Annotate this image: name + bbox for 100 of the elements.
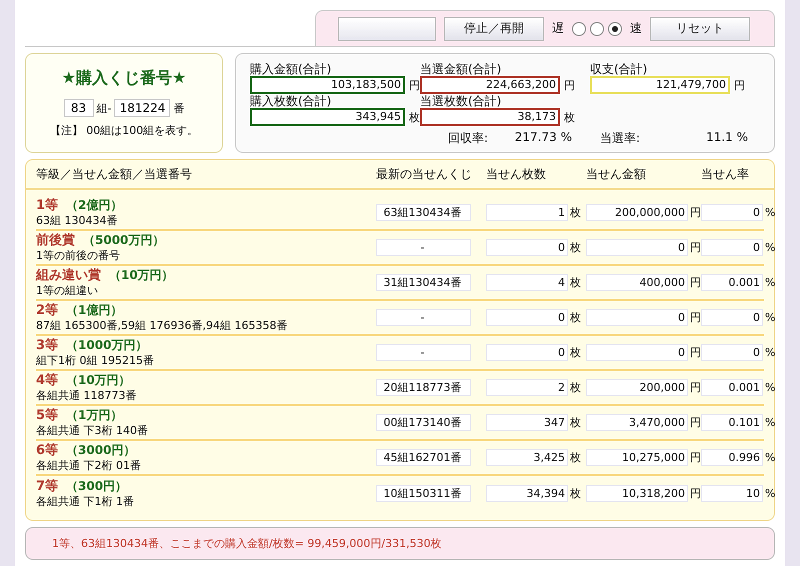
unit-label: % — [765, 241, 776, 254]
number-field[interactable]: 181224 — [114, 99, 170, 117]
rate-field: 0 — [701, 309, 763, 326]
ticket-title: ★購入くじ番号★ — [62, 68, 186, 89]
latest-ticket-field: 45組162701番 — [376, 449, 471, 466]
group-label: 組- — [96, 100, 112, 116]
winning-numbers: 1等の前後の番号 — [36, 248, 121, 262]
prize-label: （10万円） — [109, 268, 174, 282]
unit-label: 円 — [734, 78, 745, 92]
count-field: 0 — [486, 309, 568, 326]
column-header: 当せん枚数 — [486, 166, 547, 182]
unit-label: % — [765, 487, 776, 500]
unit-label: 円 — [690, 345, 701, 360]
rate-field: 0 — [701, 204, 763, 221]
count-field: 34,394 — [486, 485, 568, 502]
unit-label: 円 — [690, 486, 701, 501]
latest-ticket-field: 63組130434番 — [376, 204, 471, 221]
grade-label: 2等 — [36, 302, 58, 318]
stat-label: 購入金額(合計) — [250, 62, 332, 76]
grade-label: 1等 — [36, 198, 58, 212]
unit-label: 円 — [690, 205, 701, 220]
stat-label: 当選枚数(合計) — [420, 94, 502, 108]
grade-label: 前後賞 — [36, 232, 75, 248]
grade-label: 4等 — [36, 372, 58, 388]
speed-radio[interactable] — [608, 22, 622, 36]
rate-value: 11.1 % — [705, 130, 748, 146]
speed-radio[interactable] — [572, 22, 586, 36]
amount-field: 0 — [586, 344, 688, 361]
unit-label: % — [765, 451, 776, 464]
winning-numbers: 各組共通 118773番 — [36, 388, 138, 402]
rate-field: 0.101 — [701, 414, 763, 431]
unit-label: % — [765, 381, 776, 394]
latest-ticket-field: - — [376, 344, 471, 361]
rate-field: 0.001 — [701, 274, 763, 291]
unit-label: 枚 — [570, 450, 581, 465]
amount-field: 0 — [586, 239, 688, 256]
slow-label: 遅 — [552, 20, 564, 37]
latest-ticket-field: 00組173140番 — [376, 414, 471, 431]
rate-label: 回収率: — [447, 130, 490, 147]
rate-field: 0.996 — [701, 449, 763, 466]
unit-label: 円 — [690, 415, 701, 430]
number-label: 番 — [173, 100, 184, 116]
amount-field: 3,470,000 — [586, 414, 688, 431]
speed-radio[interactable] — [590, 22, 604, 36]
unit-label: 枚 — [570, 240, 581, 255]
rate-field: 0 — [701, 344, 763, 361]
status-message: 1等、63組130434番、ここまでの購入金額/枚数= 99,459,000円/331,530枚 — [52, 536, 442, 551]
winning-numbers: 各組共通 下1桁 1番 — [36, 494, 135, 508]
latest-ticket-field: 31組130434番 — [376, 274, 471, 291]
count-field: 1 — [486, 204, 568, 221]
prize-label: （3000円） — [66, 442, 136, 458]
stat-value-field: 103,183,500 — [250, 76, 405, 94]
stat-label: 当選金額(合計) — [420, 62, 502, 76]
grade-label: 6等 — [36, 442, 58, 458]
column-header: 当せん金額 — [586, 166, 647, 182]
latest-ticket-field: - — [376, 309, 471, 326]
unit-label: % — [765, 416, 776, 429]
rate-label: 当選率: — [599, 130, 642, 147]
unit-label: 枚 — [570, 486, 581, 501]
latest-ticket-field: - — [376, 239, 471, 256]
winning-numbers: 各組共通 下3桁 140番 — [36, 422, 149, 438]
stat-value-field: 121,479,700 — [590, 76, 730, 94]
prize-label: （10万円） — [66, 372, 131, 388]
rate-value: 217.73 % — [514, 130, 572, 146]
unit-label: 枚 — [570, 380, 581, 395]
amount-field: 400,000 — [586, 274, 688, 291]
unit-label: 枚 — [570, 345, 581, 360]
latest-ticket-field: 20組118773番 — [376, 379, 471, 396]
stat-label: 収支(合計) — [590, 62, 648, 76]
count-field: 4 — [486, 274, 568, 291]
stat-value-field: 38,173 — [420, 108, 560, 126]
column-header: 等級／当せん金額／当選番号 — [36, 166, 193, 182]
winning-numbers: 63組 130434番 — [36, 212, 118, 228]
group-field[interactable]: 83 — [64, 99, 94, 117]
rate-field: 0.001 — [701, 379, 763, 396]
amount-field: 200,000 — [586, 379, 688, 396]
unit-label: 枚 — [570, 310, 581, 325]
unit-label: % — [765, 206, 776, 219]
unit-label: % — [765, 276, 776, 289]
unit-label: 円 — [690, 380, 701, 395]
unit-label: 円 — [690, 310, 701, 325]
prize-label: （1万円） — [66, 408, 122, 422]
amount-field: 10,275,000 — [586, 449, 688, 466]
column-header: 当せん率 — [701, 166, 750, 182]
amount-field: 0 — [586, 309, 688, 326]
amount-field: 200,000,000 — [586, 204, 688, 221]
unit-label: 円 — [690, 240, 701, 255]
stat-label: 購入枚数(合計) — [250, 94, 332, 108]
rate-field: 10 — [701, 485, 763, 502]
count-field: 0 — [486, 344, 568, 361]
column-header: 最新の当せんくじ — [376, 166, 473, 182]
amount-field: 10,318,200 — [586, 485, 688, 502]
winning-numbers: 87組 165300番,59組 176936番,94組 165358番 — [36, 318, 288, 332]
pause-resume-button[interactable]: 停止／再開 — [444, 16, 544, 40]
reset-button[interactable]: リセット — [650, 16, 750, 40]
unit-label: 枚 — [564, 110, 575, 124]
input-field[interactable] — [338, 16, 436, 40]
count-field: 0 — [486, 239, 568, 256]
rate-field: 0 — [701, 239, 763, 256]
winning-numbers: 各組共通 下2桁 01番 — [36, 458, 142, 472]
